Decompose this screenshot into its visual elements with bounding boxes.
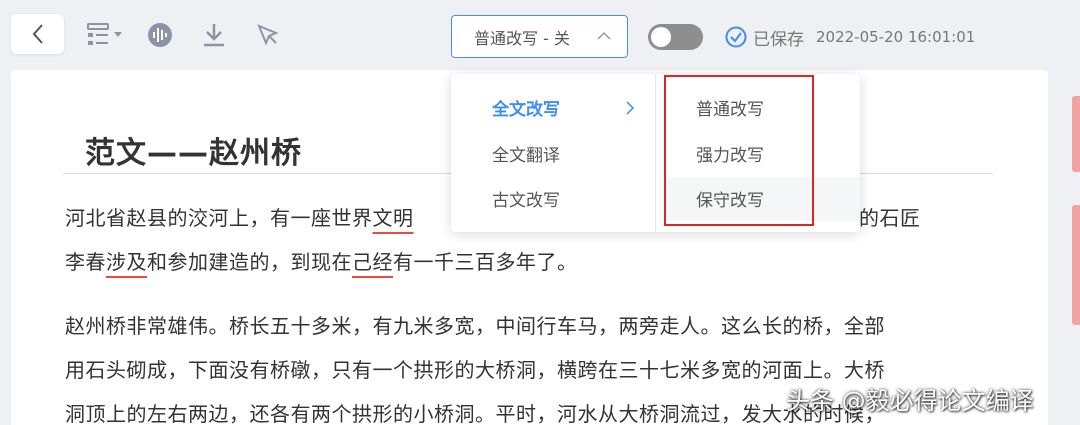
pointer-click-icon[interactable]	[253, 20, 283, 50]
paragraph-1-line-2[interactable]: 李春涉及和参加建造的，到现在己经有一千三百多年了。	[65, 238, 995, 286]
text-segment: 李春	[65, 250, 106, 274]
text-segment: 和参加建造的，到现在	[147, 250, 352, 274]
flagged-word[interactable]: 己经	[352, 250, 393, 274]
rewrite-toggle[interactable]	[648, 24, 703, 50]
category-classical-rewrite[interactable]: 古文改写	[492, 186, 560, 211]
dropdown-divider	[655, 74, 656, 232]
edge-marker	[1072, 96, 1080, 172]
paragraph-2-line-1[interactable]: 赵州桥非常雄伟。桥长五十多米，有九米多宽，中间行车马，两旁走人。这么长的桥，全部	[65, 302, 995, 350]
check-circle-icon	[725, 26, 747, 48]
saved-time: 2022-05-20 16:01:01	[816, 28, 976, 46]
annotation-highlight-box	[664, 75, 814, 226]
watermark: 头条 @毅必得论文编译	[786, 387, 1034, 415]
saved-label: 已保存	[753, 29, 804, 50]
text-segment: 有一千三百多年了。	[393, 250, 578, 274]
voice-icon[interactable]	[145, 20, 175, 50]
save-status: 已保存 2022-05-20 16:01:01	[725, 25, 976, 50]
chevron-right-icon	[626, 101, 635, 115]
category-full-translate[interactable]: 全文翻译	[492, 141, 560, 166]
flagged-word[interactable]: 文明	[373, 206, 414, 230]
rewrite-mode-label: 普通改写 - 关	[474, 28, 570, 48]
outline-menu-icon[interactable]	[86, 20, 126, 50]
toggle-knob	[651, 27, 671, 47]
rewrite-mode-dropdown: 全文改写 全文翻译 古文改写 普通改写 强力改写 保守改写	[451, 74, 860, 232]
category-full-rewrite[interactable]: 全文改写	[492, 95, 560, 120]
rewrite-mode-select[interactable]: 普通改写 - 关	[451, 15, 628, 58]
toolbar: 普通改写 - 关 已保存 2022-05-20 16:01:01	[0, 0, 1080, 70]
text-segment: 河北省赵县的洨河上，有一座世界	[65, 206, 373, 230]
edge-marker	[1072, 205, 1080, 325]
chevron-up-icon	[597, 31, 611, 40]
document-title[interactable]: 范文——赵州桥	[85, 128, 302, 172]
chevron-left-icon	[32, 24, 43, 44]
flagged-word[interactable]: 涉及	[106, 250, 147, 274]
back-button[interactable]	[11, 14, 64, 54]
download-icon[interactable]	[199, 20, 229, 50]
